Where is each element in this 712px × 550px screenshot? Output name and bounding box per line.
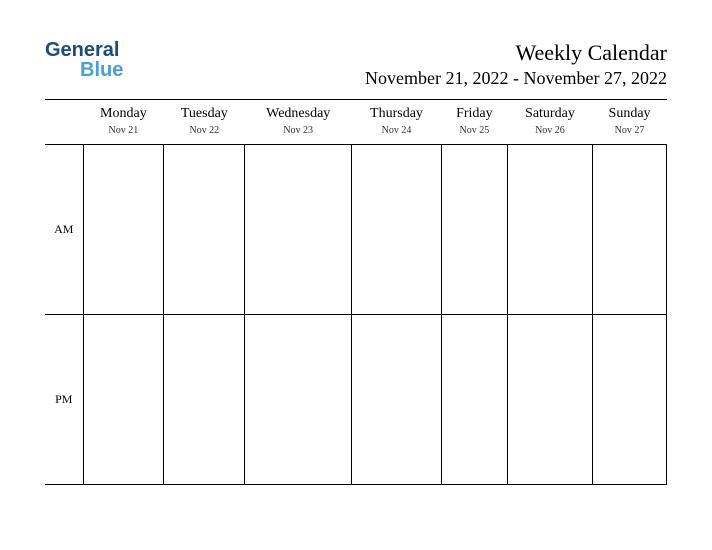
day-header-wednesday: Wednesday Nov 23	[245, 100, 352, 145]
day-name: Thursday	[356, 106, 438, 122]
day-name: Tuesday	[168, 106, 241, 122]
day-date: Nov 21	[87, 125, 160, 136]
day-header-saturday: Saturday Nov 26	[507, 100, 592, 145]
header-row: Monday Nov 21 Tuesday Nov 22 Wednesday N…	[45, 100, 667, 145]
day-name: Wednesday	[249, 106, 348, 122]
day-name: Saturday	[511, 106, 588, 122]
time-label-am: AM	[45, 145, 83, 315]
calendar-cell-pm-fri	[441, 315, 507, 485]
day-date: Nov 22	[168, 125, 241, 136]
day-header-tuesday: Tuesday Nov 22	[164, 100, 245, 145]
day-header-monday: Monday Nov 21	[83, 100, 164, 145]
day-date: Nov 27	[597, 125, 663, 136]
calendar-cell-am-sat	[507, 145, 592, 315]
calendar-cell-am-sun	[593, 145, 667, 315]
day-date: Nov 23	[249, 125, 348, 136]
time-label-pm: PM	[45, 315, 83, 485]
day-header-friday: Friday Nov 25	[441, 100, 507, 145]
day-header-sunday: Sunday Nov 27	[593, 100, 667, 145]
calendar-cell-pm-mon	[83, 315, 164, 485]
calendar-cell-pm-wed	[245, 315, 352, 485]
logo-text-bottom: Blue	[45, 60, 123, 80]
day-name: Friday	[445, 106, 503, 122]
day-date: Nov 24	[356, 125, 438, 136]
calendar-cell-pm-thu	[352, 315, 442, 485]
weekly-calendar-table: Monday Nov 21 Tuesday Nov 22 Wednesday N…	[45, 100, 667, 485]
calendar-cell-am-thu	[352, 145, 442, 315]
calendar-cell-pm-sun	[593, 315, 667, 485]
am-row: AM	[45, 145, 667, 315]
calendar-cell-pm-sat	[507, 315, 592, 485]
calendar-cell-am-mon	[83, 145, 164, 315]
pm-row: PM	[45, 315, 667, 485]
logo: General Blue	[45, 40, 123, 80]
day-date: Nov 25	[445, 125, 503, 136]
day-name: Sunday	[597, 106, 663, 122]
document-header: General Blue Weekly Calendar November 21…	[45, 40, 667, 89]
calendar-cell-am-fri	[441, 145, 507, 315]
header-titles: Weekly Calendar November 21, 2022 - Nove…	[365, 40, 667, 89]
day-date: Nov 26	[511, 125, 588, 136]
empty-corner-cell	[45, 100, 83, 145]
calendar-cell-pm-tue	[164, 315, 245, 485]
page-title: Weekly Calendar	[365, 40, 667, 66]
logo-text-top: General	[45, 40, 123, 60]
calendar-cell-am-wed	[245, 145, 352, 315]
day-header-thursday: Thursday Nov 24	[352, 100, 442, 145]
calendar-cell-am-tue	[164, 145, 245, 315]
date-range: November 21, 2022 - November 27, 2022	[365, 68, 667, 89]
day-name: Monday	[87, 106, 160, 122]
